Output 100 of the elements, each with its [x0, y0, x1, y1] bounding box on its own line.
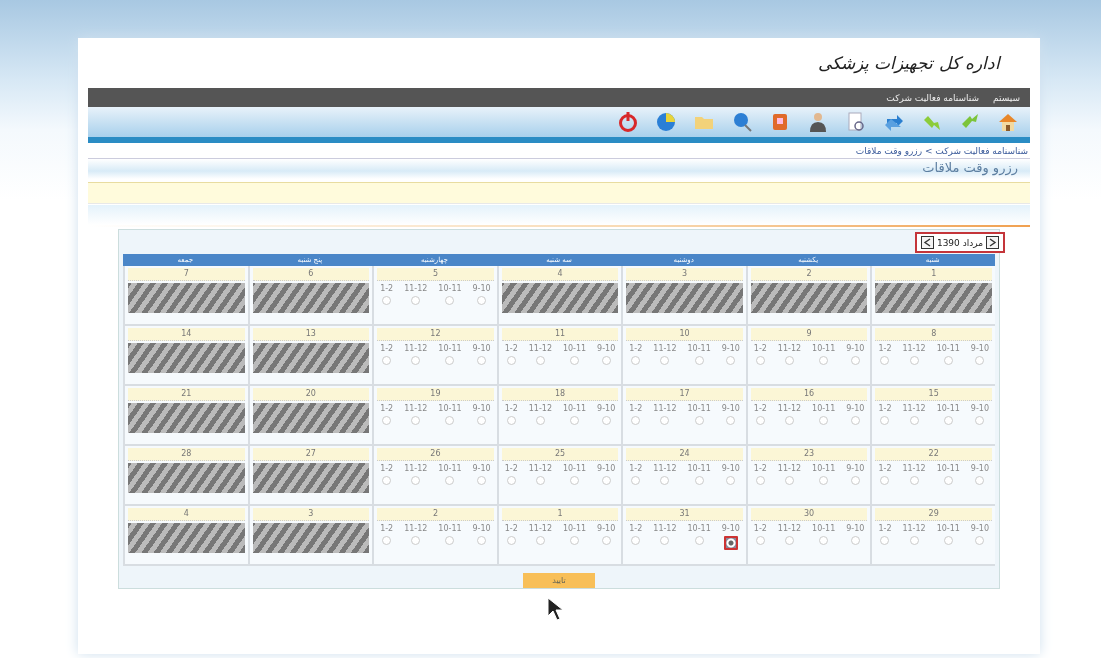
menu-item[interactable]: شناسنامه فعالیت شرکت: [886, 92, 979, 103]
time-slot-label: 10-11: [438, 404, 462, 413]
day-number: 3: [252, 508, 370, 521]
time-slot-label: 1-2: [380, 344, 394, 353]
time-slot-label: 10-11: [936, 464, 960, 473]
time-slot-label: 9-10: [597, 344, 616, 353]
confirm-button[interactable]: تایید: [523, 572, 595, 588]
day-number: 4: [128, 508, 245, 521]
day-number: 13: [252, 328, 370, 341]
day-number: 22: [875, 448, 992, 461]
time-slot-label: 11-12: [777, 524, 802, 533]
time-slot-label: 1-2: [629, 344, 643, 353]
time-slot-label: 1-2: [504, 344, 518, 353]
day-number: 5: [377, 268, 494, 281]
day-number: 1: [501, 508, 619, 521]
time-slot-label: 11-12: [528, 404, 552, 413]
time-slot-label: 9-10: [970, 524, 989, 533]
time-slot-label: 1-2: [380, 524, 394, 533]
time-slot-label: 1-2: [629, 404, 643, 413]
time-slot-label: 10-11: [687, 404, 711, 413]
time-slot-label: 1-2: [753, 524, 767, 533]
time-slot-label: 1-2: [504, 524, 518, 533]
time-slot-label: 11-12: [404, 284, 428, 293]
day-number: 6: [252, 268, 370, 281]
day-number: 21: [128, 388, 245, 401]
time-slot-label: 1-2: [629, 464, 643, 473]
day-number: 26: [377, 448, 494, 461]
time-slot-label: 10-11: [812, 404, 836, 413]
day-number: 9: [750, 328, 868, 341]
time-slot-label: 9-10: [721, 404, 740, 413]
day-number: 7: [128, 268, 245, 281]
day-number: 14: [128, 328, 245, 341]
time-slot-label: 1-2: [504, 404, 518, 413]
time-slot-label: 10-11: [562, 464, 587, 473]
time-slot-label: 9-10: [597, 464, 616, 473]
time-slot-label: 11-12: [653, 404, 677, 413]
time-slot-label: 10-11: [936, 344, 960, 353]
day-number: 18: [501, 388, 619, 401]
time-slot-label: 11-12: [777, 464, 802, 473]
time-slot-label: 9-10: [970, 344, 989, 353]
day-number: 3: [626, 268, 743, 281]
day-number: 28: [128, 448, 245, 461]
time-slot-label: 10-11: [562, 404, 587, 413]
time-slot-label: 9-10: [721, 524, 740, 533]
time-slot-label: 11-12: [404, 524, 428, 533]
time-slot-label: 11-12: [653, 464, 677, 473]
time-slot-label: 9-10: [721, 464, 740, 473]
time-slot-label: 10-11: [812, 344, 836, 353]
time-slot-label: 1-2: [380, 404, 394, 413]
time-slot-label: 9-10: [597, 524, 616, 533]
time-slot-label: 10-11: [438, 464, 462, 473]
day-number: 19: [377, 388, 494, 401]
page-title: رزرو وقت ملاقات: [88, 158, 1030, 179]
power-icon[interactable]: [616, 110, 640, 134]
day-number: 16: [750, 388, 868, 401]
next-month-button[interactable]: [986, 236, 999, 249]
time-slot-label: 1-2: [504, 464, 518, 473]
time-slot-label: 10-11: [562, 344, 587, 353]
time-slot-label: 10-11: [812, 524, 836, 533]
time-slot-label: 11-12: [902, 524, 926, 533]
time-slot-label: 10-11: [562, 524, 587, 533]
day-number: 25: [501, 448, 619, 461]
time-slot-label: 9-10: [970, 404, 989, 413]
time-slot-label: 11-12: [653, 344, 677, 353]
time-slot-label: 9-10: [970, 464, 989, 473]
time-slot-label: 10-11: [687, 344, 711, 353]
breadcrumb[interactable]: شناسنامه فعالیت شرکت > رزرو وقت ملاقات: [855, 146, 1028, 156]
time-slot-label: 9-10: [846, 404, 865, 413]
day-number: 17: [626, 388, 743, 401]
time-slot-label: 11-12: [902, 404, 926, 413]
time-slot-label: 1-2: [878, 404, 892, 413]
time-slot-label: 1-2: [878, 524, 892, 533]
time-slot-label: 11-12: [528, 344, 552, 353]
logo-text: اداره کل تجهیزات پزشکی: [817, 53, 1000, 73]
time-slot-label: 1-2: [629, 524, 643, 533]
time-slot-label: 9-10: [472, 464, 491, 473]
time-slot-label: 9-10: [721, 344, 740, 353]
time-slot-label: 1-2: [380, 284, 394, 293]
day-number: 12: [377, 328, 494, 341]
time-slot-label: 10-11: [936, 524, 960, 533]
previous-month-button[interactable]: [920, 236, 934, 249]
time-slot-label: 10-11: [687, 464, 711, 473]
time-slot-radio[interactable]: [723, 536, 738, 550]
time-slot-label: 10-11: [812, 464, 836, 473]
time-slot-label: 11-12: [528, 464, 552, 473]
menu-item[interactable]: سیستم: [993, 92, 1020, 103]
day-number: 31: [626, 508, 743, 521]
day-number: 20: [252, 388, 370, 401]
day-number: 2: [377, 508, 494, 521]
time-slot-label: 9-10: [472, 284, 491, 293]
time-slot-label: 10-11: [438, 524, 462, 533]
time-slot-label: 1-2: [380, 464, 394, 473]
day-number: 30: [750, 508, 868, 521]
day-number: 11: [501, 328, 619, 341]
time-slot-label: 9-10: [472, 524, 491, 533]
time-slot-label: 9-10: [597, 404, 616, 413]
time-slot-label: 10-11: [687, 524, 711, 533]
time-slot-label: 9-10: [472, 404, 491, 413]
time-slot-label: 11-12: [404, 404, 428, 413]
time-slot-label: 1-2: [878, 464, 892, 473]
